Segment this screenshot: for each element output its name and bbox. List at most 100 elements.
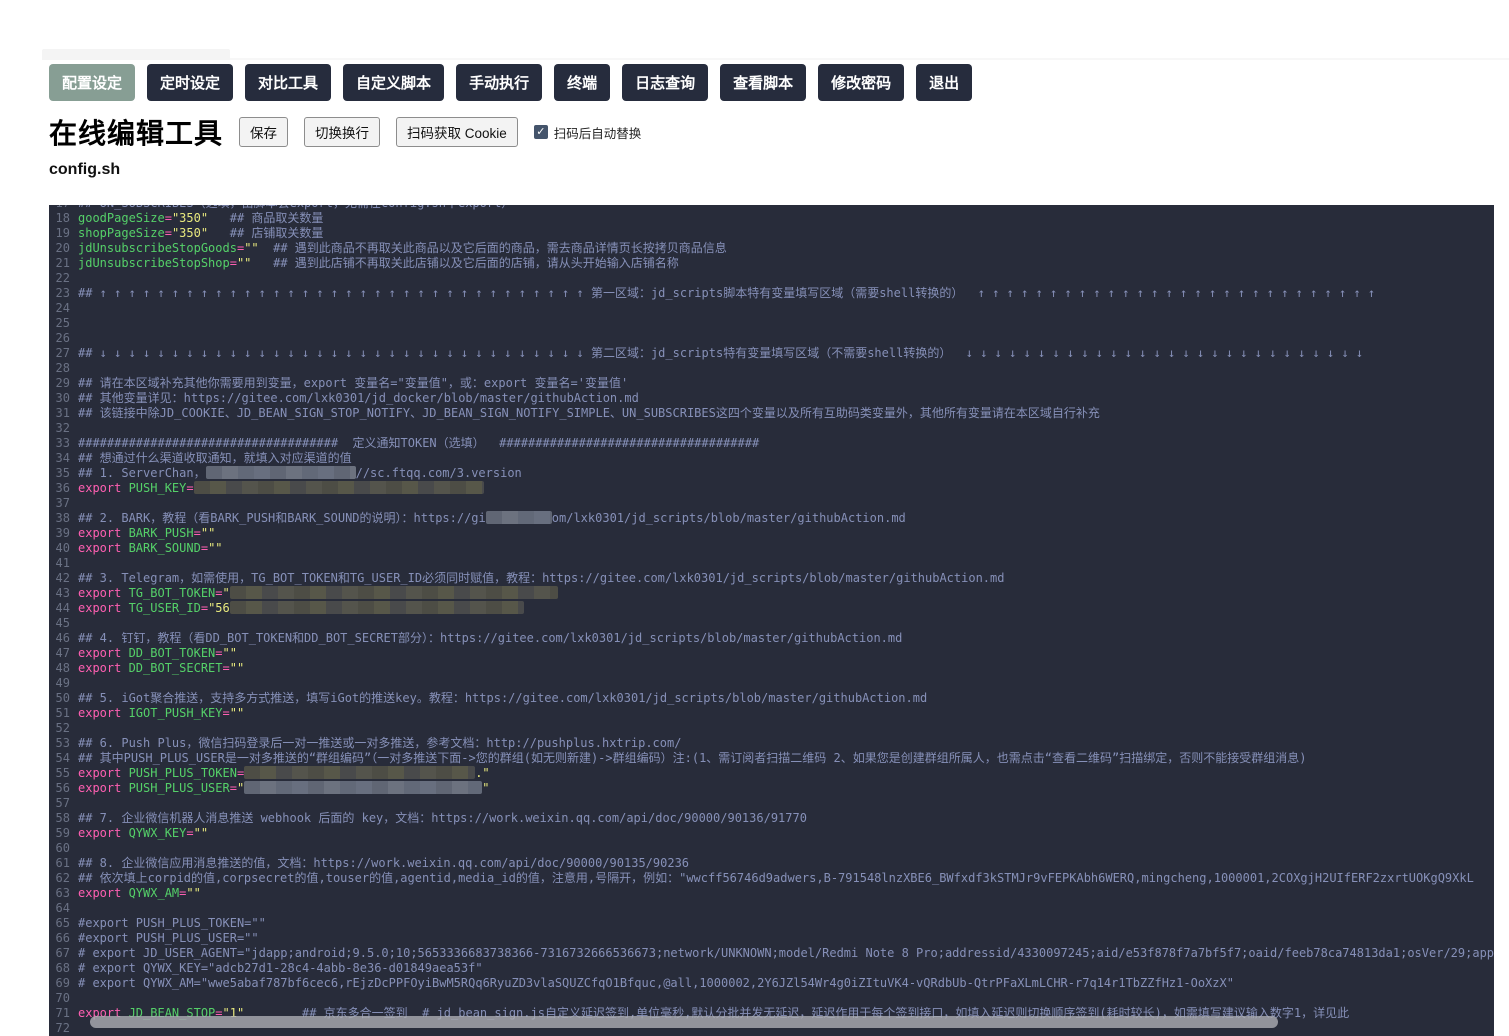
scan-cookie-button[interactable]: 扫码获取 Cookie (396, 117, 518, 147)
code-line-content: ## 6. Push Plus，微信扫码登录后一对一推送或一对多推送，参考文档：… (78, 736, 682, 750)
auto-replace-checkbox[interactable]: ✓ (533, 125, 548, 139)
code-line-content: ## 7. 企业微信机器人消息推送 webhook 后面的 key，文档：htt… (78, 811, 807, 825)
code-line: 21 jdUnsubscribeStopShop="" ## 遇到此店铺不再取关此… (49, 256, 1494, 271)
line-number: 37 (55, 496, 70, 510)
code-line: 44 export TG_USER_ID="56 (49, 601, 1494, 616)
code-line-content: export DD_BOT_TOKEN="" (78, 646, 237, 660)
code-line: 27 ## ↓ ↓ ↓ ↓ ↓ ↓ ↓ ↓ ↓ ↓ ↓ ↓ ↓ ↓ ↓ ↓ ↓ ↓… (49, 346, 1494, 361)
code-line-content (78, 421, 1494, 436)
code-line: 40 export BARK_SOUND="" (49, 541, 1494, 556)
code-line-content: export TG_USER_ID="56 (78, 601, 1494, 616)
editor-header: 在线编辑工具 保存 切换换行 扫码获取 Cookie ✓ 扫码后自动替换 (49, 112, 641, 152)
code-line-content: export QYWX_AM="" (78, 886, 201, 900)
nav-button-1[interactable]: 定时设定 (147, 64, 234, 101)
toggle-wrap-button[interactable]: 切换换行 (304, 117, 381, 147)
line-number: 67 (55, 946, 70, 960)
nav-button-0[interactable]: 配置设定 (49, 64, 136, 101)
line-number: 19 (55, 226, 70, 240)
nav-button-3[interactable]: 自定义脚本 (343, 64, 445, 101)
code-line: 68 # export QYWX_KEY="adcb27d1-28c4-4abb-… (49, 961, 1494, 976)
line-number: 24 (55, 301, 70, 315)
code-line-content: # export QYWX_KEY="adcb27d1-28c4-4abb-8e… (78, 961, 483, 975)
code-line-content: ## 该链接中除JD_COOKIE、JD_BEAN_SIGN_STOP_NOTI… (78, 406, 1100, 420)
redacted-blur (485, 511, 552, 524)
nav-button-7[interactable]: 查看脚本 (720, 64, 807, 101)
code-line-content (78, 316, 1494, 331)
code-line: 57 (49, 796, 1494, 811)
code-line-content: ## 请在本区域补充其他你需要用到变量，export 变量名="变量值"，或：e… (78, 376, 629, 390)
line-number: 58 (55, 811, 70, 825)
code-line: 41 (49, 556, 1494, 571)
redacted-blur (229, 601, 524, 614)
code-line: 63 export QYWX_AM="" (49, 886, 1494, 901)
line-number: 30 (55, 391, 70, 405)
code-line-content: # export JD_USER_AGENT="jdapp;android;9.… (78, 946, 1494, 960)
code-line: 22 (49, 271, 1494, 286)
code-line: 19 shopPageSize="350" ## 店铺取关数量 (49, 226, 1494, 241)
code-line-content: export PUSH_PLUS_USER=" " (78, 781, 490, 795)
code-line-content: export PUSH_KEY= (78, 481, 1494, 496)
code-line: 28 (49, 361, 1494, 376)
code-line-content: #export PUSH_PLUS_USER="" (78, 931, 259, 945)
line-number: 28 (55, 361, 70, 375)
redacted-blur (244, 781, 483, 794)
top-nav: 配置设定 定时设定 对比工具 自定义脚本 手动执行 终端 日志查询 查看脚本 修改密码 退出 (49, 64, 973, 101)
line-number: 72 (55, 1021, 70, 1035)
line-number: 47 (55, 646, 70, 660)
line-number: 50 (55, 691, 70, 705)
page-divider-line (230, 58, 1509, 60)
code-line-content: ## 8. 企业微信应用消息推送的值，文档：https://work.weixi… (78, 856, 690, 870)
code-line: 60 (49, 841, 1494, 856)
code-line-content: #export PUSH_PLUS_TOKEN="" (78, 916, 266, 930)
code-line: 48 export DD_BOT_SECRET="" (49, 661, 1494, 676)
code-line-content (78, 271, 1494, 286)
save-button[interactable]: 保存 (239, 117, 289, 147)
nav-button-6[interactable]: 日志查询 (622, 64, 709, 101)
nav-button-5[interactable]: 终端 (554, 64, 611, 101)
line-number: 34 (55, 451, 70, 465)
code-line: 50 ## 5. iGot聚合推送，支持多方式推送，填写iGot的推送key。教程… (49, 691, 1494, 706)
horizontal-scrollbar-thumb[interactable] (90, 1016, 1278, 1028)
line-number: 62 (55, 871, 70, 885)
code-line-content (78, 721, 1494, 736)
code-line-content (78, 796, 1494, 811)
line-number: 33 (55, 436, 70, 450)
line-number: 38 (55, 511, 70, 525)
redacted-blur (205, 466, 356, 479)
code-line: 35 ## 1. ServerChan，//sc.ftqq.com/3.versi… (49, 466, 1494, 481)
nav-button-9[interactable]: 退出 (916, 64, 973, 101)
code-line-content: ## 1. ServerChan，//sc.ftqq.com/3.version (78, 466, 522, 480)
line-number: 32 (55, 421, 70, 435)
code-line-content (78, 331, 1494, 346)
line-number: 22 (55, 271, 70, 285)
code-line: 29 ## 请在本区域补充其他你需要用到变量，export 变量名="变量值"，或… (49, 376, 1494, 391)
redacted-blur (229, 586, 558, 599)
page-title: 在线编辑工具 (49, 118, 224, 149)
code-line: 33 #################################### 定… (49, 436, 1494, 451)
code-line: 25 (49, 316, 1494, 331)
code-line-content: ## 其他变量详见：https://gitee.com/lxk0301/jd_d… (78, 391, 639, 405)
line-number: 52 (55, 721, 70, 735)
code-line: 24 (49, 301, 1494, 316)
code-line-content: ## 3. Telegram，如需使用，TG_BOT_TOKEN和TG_USER… (78, 571, 1005, 585)
code-line-content: ## ↓ ↓ ↓ ↓ ↓ ↓ ↓ ↓ ↓ ↓ ↓ ↓ ↓ ↓ ↓ ↓ ↓ ↓ ↓… (78, 346, 1364, 360)
nav-button-2[interactable]: 对比工具 (245, 64, 332, 101)
code-line-content (78, 901, 1494, 916)
line-number: 46 (55, 631, 70, 645)
code-line: 54 ## 其中PUSH_PLUS_USER是一对多推送的“群组编码”（一对多推送… (49, 751, 1494, 766)
code-editor[interactable]: 17## UN_SUBSCRIBES（选填，由脚本会export，无需在conf… (49, 205, 1494, 1036)
line-number: 44 (55, 601, 70, 615)
redacted-blur (193, 481, 484, 494)
code-line-content: export BARK_SOUND="" (78, 541, 223, 555)
line-number: 23 (55, 286, 70, 300)
line-number: 65 (55, 916, 70, 930)
code-line: 55 export PUSH_PLUS_TOKEN= ." (49, 766, 1494, 781)
code-line: 18 goodPageSize="350" ## 商品取关数量 (49, 211, 1494, 226)
auto-replace-option: ✓ 扫码后自动替换 (533, 123, 642, 142)
line-number: 55 (55, 766, 70, 780)
code-line-content: jdUnsubscribeStopShop="" ## 遇到此店铺不再取关此店铺… (78, 256, 679, 270)
code-line-content: export TG_BOT_TOKEN=" (78, 586, 1494, 601)
auto-replace-label: 扫码后自动替换 (553, 126, 642, 141)
nav-button-4[interactable]: 手动执行 (456, 64, 543, 101)
nav-button-8[interactable]: 修改密码 (818, 64, 905, 101)
